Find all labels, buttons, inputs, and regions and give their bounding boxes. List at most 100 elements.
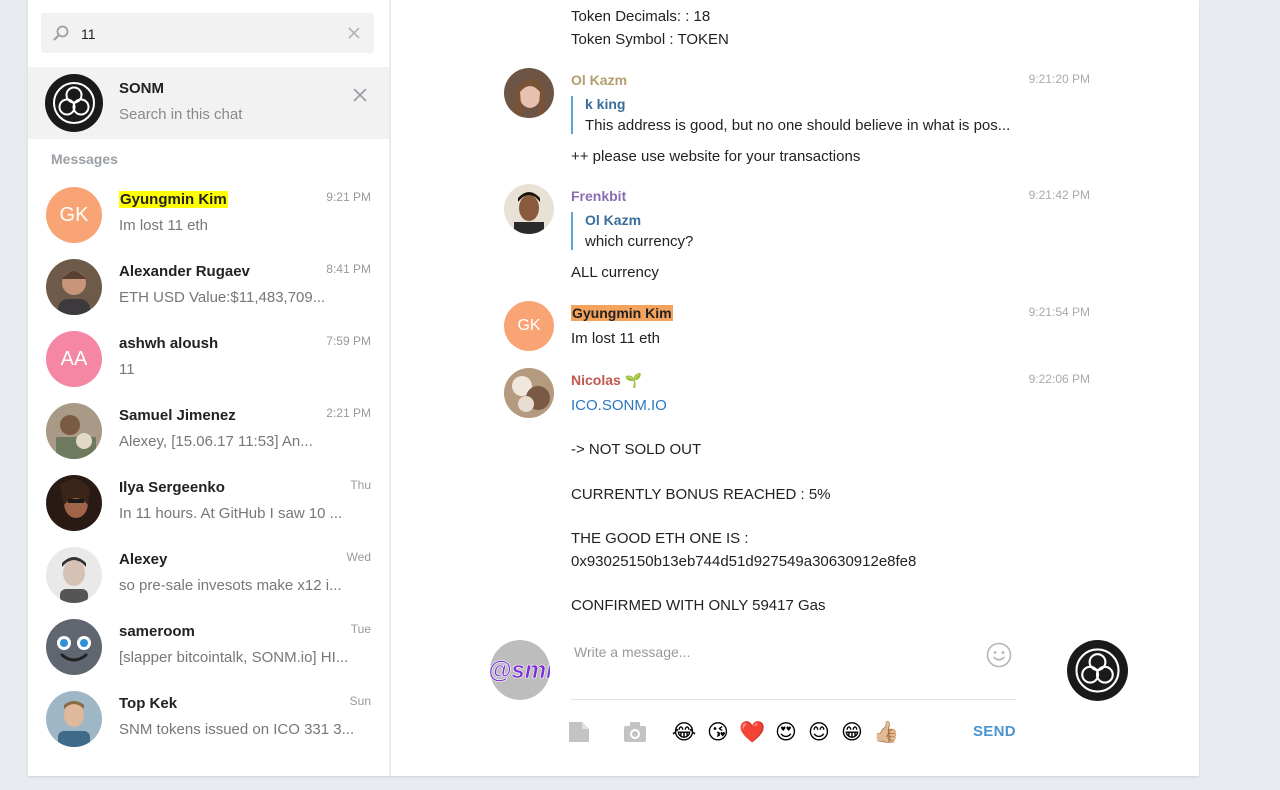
chat-message: GK Gyungmin Kim 9:21:54 PM Im lost 11 et… — [504, 301, 1094, 357]
camera-icon[interactable] — [623, 720, 647, 744]
dialog-time: Thu — [350, 478, 371, 492]
avatar — [46, 619, 102, 675]
search-input[interactable] — [79, 22, 343, 46]
dialog-time: Tue — [350, 622, 371, 636]
message-author[interactable]: Gyungmin Kim — [571, 305, 673, 321]
quote-text: which currency? — [585, 233, 694, 250]
message-text: -> NOT SOLD OUT CURRENTLY BONUS REACHED … — [571, 441, 917, 615]
dialog-item[interactable]: Top Kek Sun SNM tokens issued on ICO 331… — [28, 682, 389, 754]
reply-quote[interactable]: k king This address is good, but no one … — [571, 96, 1010, 134]
peer-avatar-sonm-logo-icon[interactable] — [1067, 640, 1128, 701]
message-text: ALL currency — [571, 264, 659, 281]
dialog-message: [slapper bitcointalk, SONM.io] HI... — [119, 649, 349, 666]
dialog-list: GK Gyungmin Kim 9:21 PM Im lost 11 eth A… — [28, 178, 389, 754]
avatar — [46, 691, 102, 747]
message-input[interactable] — [571, 640, 977, 698]
avatar: AA — [46, 331, 102, 387]
dialog-name: sameroom — [119, 623, 195, 640]
avatar — [46, 403, 102, 459]
emoji-heart-eyes-icon[interactable]: 😍 — [773, 720, 799, 746]
dialog-name: Alexander Rugaev — [119, 263, 250, 280]
emoji-kiss-icon[interactable]: 😘 — [705, 720, 731, 746]
message-time: 9:21:20 PM — [1028, 72, 1090, 86]
telegram-window: SONM Search in this chat Messages GK Gyu… — [28, 0, 1199, 776]
search-icon — [53, 25, 69, 41]
dialog-item[interactable]: GK Gyungmin Kim 9:21 PM Im lost 11 eth — [28, 178, 389, 250]
avatar[interactable] — [504, 68, 554, 118]
emoji-blush-icon[interactable]: 😊 — [806, 720, 832, 746]
message-time: 9:22:06 PM — [1028, 372, 1090, 386]
avatar — [46, 547, 102, 603]
message-text-line: Token Symbol : TOKEN — [571, 31, 729, 48]
message-link[interactable]: ICO.SONM.IO — [571, 395, 667, 417]
message-time: 9:21:54 PM — [1028, 305, 1090, 319]
sprout-emoji-icon: 🌱 — [624, 372, 643, 388]
quote-author: k king — [585, 96, 626, 112]
dialog-item[interactable]: Ilya Sergeenko Thu In 11 hours. At GitHu… — [28, 466, 389, 538]
message-author[interactable]: Ol Kazm — [571, 72, 627, 88]
svg-text:@smi: @smi — [490, 657, 550, 684]
dialog-item[interactable]: AA ashwh aloush 7:59 PM 11 — [28, 322, 389, 394]
emoji-grin-icon[interactable]: 😁 — [839, 720, 865, 746]
avatar — [46, 259, 102, 315]
dialog-message: Im lost 11 eth — [119, 217, 208, 234]
dialog-time: 2:21 PM — [326, 406, 371, 420]
emoji-joy-icon[interactable]: 😂 — [671, 720, 697, 746]
my-avatar[interactable]: @smi — [490, 640, 550, 700]
dialog-item[interactable]: Samuel Jimenez 2:21 PM Alexey, [15.06.17… — [28, 394, 389, 466]
emoji-picker-icon[interactable] — [986, 642, 1012, 668]
search-in-chat-row[interactable]: SONM Search in this chat — [28, 67, 389, 139]
avatar[interactable] — [504, 368, 554, 418]
dialog-time: 7:59 PM — [326, 334, 371, 348]
sonm-logo-icon — [45, 74, 103, 132]
dialog-item[interactable]: Alexander Rugaev 8:41 PM ETH USD Value:$… — [28, 250, 389, 322]
dialogs-panel: SONM Search in this chat Messages GK Gyu… — [28, 0, 391, 776]
dialog-name: Alexey — [119, 551, 168, 568]
dialog-item[interactable]: sameroom Tue [slapper bitcointalk, SONM.… — [28, 610, 389, 682]
dialog-item[interactable]: Alexey Wed so pre-sale invesots make x12… — [28, 538, 389, 610]
message-text: ++ please use website for your transacti… — [571, 148, 861, 165]
dialog-time: Wed — [346, 550, 371, 564]
avatar — [46, 475, 102, 531]
dialog-time: Sun — [349, 694, 371, 708]
emoji-heart-icon[interactable]: ❤️ — [739, 720, 765, 746]
dialog-name: Top Kek — [119, 695, 178, 712]
clear-search-icon[interactable] — [347, 26, 361, 40]
dialog-name: ashwh aloush — [119, 335, 219, 352]
composer-toolbar: 😂 😘 ❤️ 😍 😊 😁 👍🏼 SEND — [569, 720, 1131, 750]
chat-message: Ol Kazm 9:21:20 PM k king This address i… — [504, 68, 1094, 168]
message-author[interactable]: Frenkbit — [571, 188, 626, 204]
chat-message: Frenkbit 9:21:42 PM Ol Kazm which curren… — [504, 184, 1094, 284]
dialog-time: 8:41 PM — [326, 262, 371, 276]
dialog-name: Gyungmin Kim — [119, 191, 228, 208]
peer-subtitle: Search in this chat — [119, 106, 243, 123]
avatar: GK — [46, 187, 102, 243]
messages-section-label: Messages — [51, 151, 118, 167]
dialog-name: Ilya Sergeenko — [119, 479, 225, 496]
reply-quote[interactable]: Ol Kazm which currency? — [571, 212, 693, 250]
quote-text: This address is good, but no one should … — [585, 117, 1011, 134]
quote-author: Ol Kazm — [585, 212, 642, 228]
avatar[interactable] — [504, 184, 554, 234]
peer-name: SONM — [119, 80, 164, 97]
search-box[interactable] — [41, 13, 374, 53]
message-time: 9:21:42 PM — [1028, 188, 1090, 202]
message-text-line: Token Decimals: : 18 — [571, 8, 711, 25]
chat-panel: Token Decimals: : 18 Token Symbol : TOKE… — [391, 0, 1199, 776]
message-composer: @smi Write a message... 😂 😘 ❤️ 😍 😊 😁 👍🏼 … — [391, 630, 1199, 776]
send-button[interactable]: SEND — [973, 723, 1016, 740]
dialog-message: Alexey, [15.06.17 11:53] An... — [119, 433, 313, 450]
dialog-time: 9:21 PM — [326, 190, 371, 204]
dialog-message: SNM tokens issued on ICO 331 3... — [119, 721, 355, 738]
avatar[interactable]: GK — [504, 301, 554, 351]
dialog-message: In 11 hours. At GitHub I saw 10 ... — [119, 505, 343, 522]
message-text: Im lost 11 eth — [571, 330, 660, 347]
emoji-thumbs-up-icon[interactable]: 👍🏼 — [873, 720, 899, 746]
close-icon[interactable] — [353, 88, 367, 102]
dialog-name: Samuel Jimenez — [119, 407, 236, 424]
message-author[interactable]: Nicolas 🌱 — [571, 372, 642, 389]
attach-file-icon[interactable] — [567, 720, 591, 744]
dialog-message: 11 — [119, 361, 135, 378]
dialog-message: so pre-sale invesots make x12 i... — [119, 577, 342, 594]
message-field[interactable] — [571, 640, 1016, 700]
